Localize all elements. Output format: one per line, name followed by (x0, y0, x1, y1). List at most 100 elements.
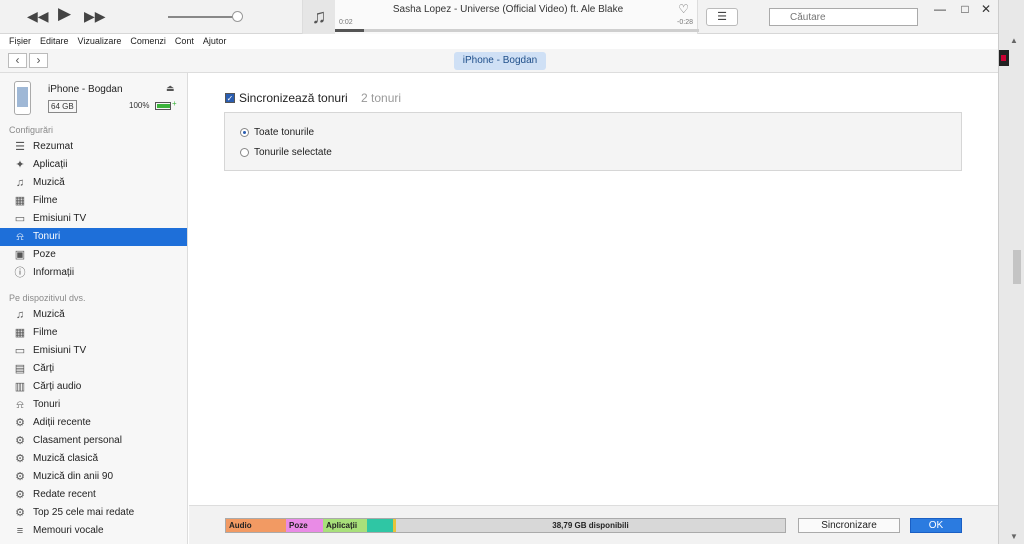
sidebar-item-poze[interactable]: ▣ Poze (0, 246, 187, 264)
tones-count: 2 tonuri (361, 91, 402, 105)
playback-progress-fill (335, 29, 365, 32)
fast-forward-icon[interactable]: ▶▶ (84, 8, 106, 24)
scrollbar-thumb[interactable] (1013, 250, 1021, 284)
scroll-up-icon[interactable]: ▲ (1010, 36, 1018, 45)
camera-icon: ▣ (14, 249, 26, 261)
volume-slider[interactable] (168, 16, 238, 18)
sidebar-item-label: Clasament personal (33, 435, 122, 446)
sidebar-item-label: Tonuri (33, 399, 61, 410)
scroll-down-icon[interactable]: ▼ (1010, 532, 1018, 541)
sidebar-item-rezumat[interactable]: ☰ Rezumat (0, 138, 187, 156)
sidebar-item-aditii-recente[interactable]: ⚙ Adiții recente (0, 414, 187, 432)
book-icon: ▤ (14, 363, 26, 375)
device-tab[interactable]: iPhone - Bogdan (454, 52, 546, 70)
sidebar-item-label: Informații (33, 267, 75, 278)
ok-button[interactable]: OK (910, 518, 962, 533)
playback-progress-bar[interactable] (335, 29, 699, 32)
tv-icon: ▭ (14, 345, 26, 357)
right-edge-strip: ▲ ▼ (998, 0, 1024, 544)
bottom-bar: Audio Poze Aplicații 38,79 GB disponibili … (189, 505, 998, 544)
rewind-icon[interactable]: ◀◀ (27, 8, 49, 24)
eject-icon[interactable]: ⏏ (166, 83, 175, 94)
sidebar-item-muzica[interactable]: ♫ Muzică (0, 174, 187, 192)
sidebar-item-label: Filme (33, 195, 58, 206)
forward-arrow-icon[interactable]: › (29, 53, 48, 68)
sidebar-item-label: Rezumat (33, 141, 74, 152)
sidebar-item-label: Tonuri (33, 231, 61, 242)
maximize-icon[interactable]: □ (955, 2, 975, 16)
menu-controls[interactable]: Comenzi (130, 34, 166, 49)
tv-icon: ▭ (14, 213, 26, 225)
menu-view[interactable]: Vizualizare (78, 34, 122, 49)
microphone-icon: ≡ (16, 525, 24, 537)
device-capacity: 64 GB (48, 100, 77, 113)
menu-help[interactable]: Ajutor (203, 34, 227, 49)
menu-account[interactable]: Cont (175, 34, 194, 49)
gear-icon: ⚙ (15, 453, 25, 465)
menu-bar: Fișier Editare Vizualizare Comenzi Cont Ajuto… (0, 34, 1000, 49)
radio-selected-tones[interactable] (240, 148, 249, 157)
summary-icon: ☰ (15, 141, 25, 153)
gear-icon: ⚙ (15, 417, 25, 429)
sidebar-item-tonuri[interactable]: ⍾ Tonuri (0, 228, 187, 246)
main-content: ✓ Sincronizează tonuri 2 tonuri Toate to… (189, 73, 998, 544)
back-arrow-icon[interactable]: ‹ (8, 53, 27, 68)
sidebar-item-top-25-cele-mai-redate[interactable]: ⚙ Top 25 cele mai redate (0, 504, 187, 522)
sidebar-item-label: Filme (33, 327, 58, 338)
sidebar-item-aplicatii[interactable]: ✦ Aplicații (0, 156, 187, 174)
play-icon[interactable]: ▶ (58, 5, 71, 22)
info-icon: ⓘ (14, 267, 26, 279)
heart-icon[interactable]: ♡ (678, 2, 689, 16)
navigation-row: ‹ › iPhone - Bogdan (0, 49, 998, 73)
sidebar-item-filme[interactable]: ▦ Filme (0, 192, 187, 210)
up-next-list-button[interactable]: ☰ (706, 8, 738, 26)
sidebar-item-emisiuni-tv[interactable]: ▭ Emisiuni TV (0, 342, 187, 360)
option-all-tones-label[interactable]: Toate tonurile (254, 127, 314, 138)
storage-capacity-bar: Audio Poze Aplicații 38,79 GB disponibili (225, 518, 786, 533)
sync-checkbox[interactable]: ✓ (225, 93, 235, 103)
sidebar-item-filme[interactable]: ▦ Filme (0, 324, 187, 342)
sidebar-item-tonuri[interactable]: ⍾ Tonuri (0, 396, 187, 414)
sync-button[interactable]: Sincronizare (798, 518, 900, 533)
gear-icon: ⚙ (15, 471, 25, 483)
sidebar-item-muzica-din-anii-90[interactable]: ⚙ Muzică din anii 90 (0, 468, 187, 486)
sidebar-item-muzica-clasica[interactable]: ⚙ Muzică clasică (0, 450, 187, 468)
sidebar-item-label: Muzică (33, 309, 65, 320)
sidebar-item-carti-audio[interactable]: ▥ Cărți audio (0, 378, 187, 396)
sidebar-item-label: Emisiuni TV (33, 213, 87, 224)
apps-icon: ✦ (15, 159, 25, 171)
sidebar-item-memouri-vocale[interactable]: ≡ Memouri vocale (0, 522, 187, 540)
sync-tones-label[interactable]: Sincronizează tonuri (239, 91, 348, 105)
sidebar-item-muzica[interactable]: ♫ Muzică (0, 306, 187, 324)
search-input[interactable] (769, 8, 918, 26)
sidebar-item-label: Adiții recente (33, 417, 91, 428)
volume-knob[interactable] (232, 11, 243, 22)
menu-edit[interactable]: Editare (40, 34, 69, 49)
gear-icon: ⚙ (15, 435, 25, 447)
battery-percent: 100% (129, 101, 150, 110)
film-icon: ▦ (14, 327, 26, 339)
sidebar-item-redate-recent[interactable]: ⚙ Redate recent (0, 486, 187, 504)
sidebar-item-label: Emisiuni TV (33, 345, 87, 356)
section-on-device-heading: Pe dispozitivul dvs. (9, 293, 86, 303)
sidebar-item-label: Muzică din anii 90 (33, 471, 114, 482)
section-settings-heading: Configurări (9, 125, 54, 135)
close-icon[interactable]: ✕ (976, 2, 996, 16)
free-space-label: 38,79 GB disponibili (552, 521, 629, 530)
sidebar-item-carti[interactable]: ▤ Cărți (0, 360, 187, 378)
sidebar-item-label: Aplicații (33, 159, 68, 170)
gear-icon: ⚙ (15, 489, 25, 501)
radio-all-tones[interactable] (240, 128, 249, 137)
film-icon: ▦ (14, 195, 26, 207)
time-remaining: -0:28 (677, 19, 693, 26)
sidebar-item-label: Poze (33, 249, 56, 260)
audiobook-icon: ▥ (14, 381, 26, 393)
sidebar-item-clasament-personal[interactable]: ⚙ Clasament personal (0, 432, 187, 450)
sidebar-item-emisiuni-tv[interactable]: ▭ Emisiuni TV (0, 210, 187, 228)
iphone-screen (17, 87, 28, 107)
menu-file[interactable]: Fișier (9, 34, 31, 49)
sidebar-item-informatii[interactable]: ⓘ Informații (0, 264, 187, 282)
option-selected-tones-label[interactable]: Tonurile selectate (254, 147, 332, 158)
minimize-icon[interactable]: — (930, 2, 950, 16)
bell-icon: ⍾ (16, 399, 24, 411)
